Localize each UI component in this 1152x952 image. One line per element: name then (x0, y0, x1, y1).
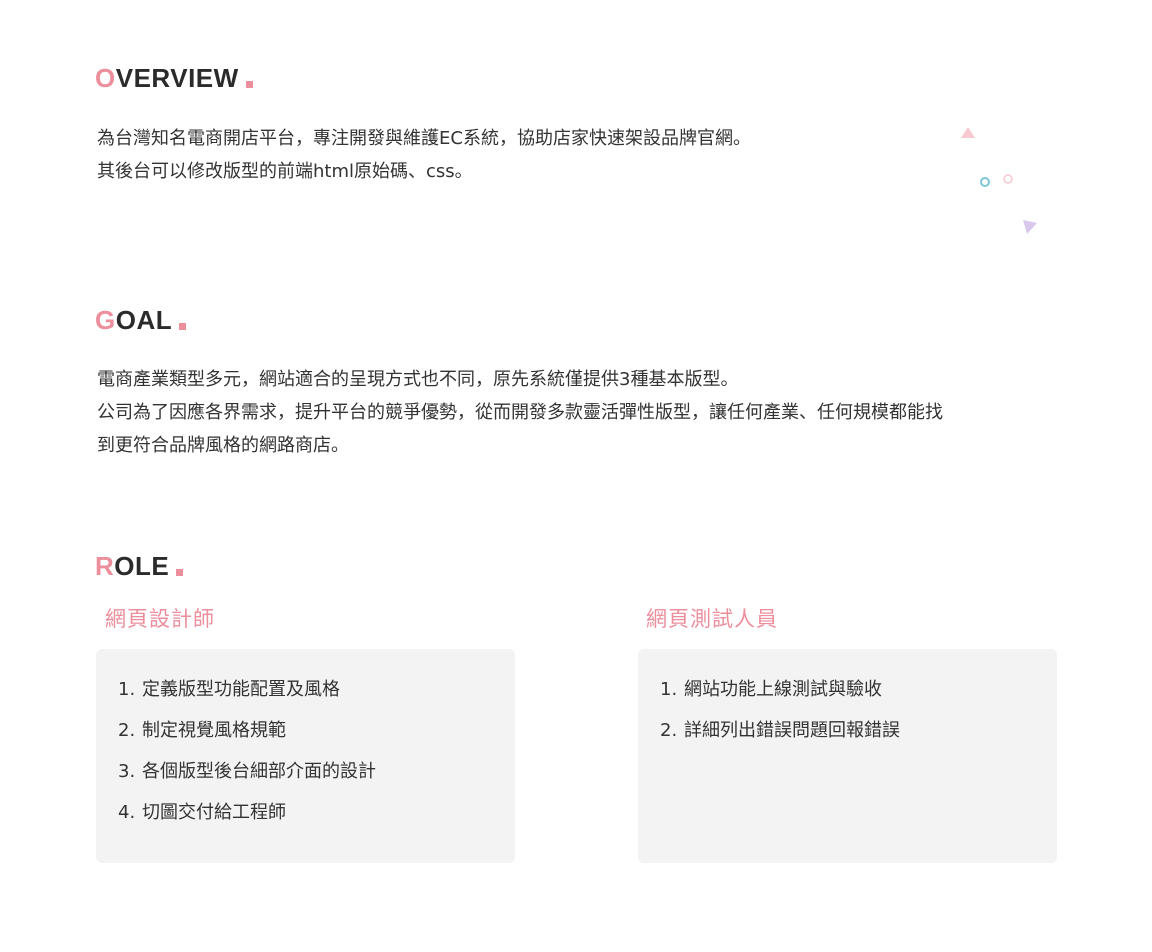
list-item: 3. 各個版型後台細部介面的設計 (118, 758, 515, 785)
tester-role-card: 1. 網站功能上線測試與驗收 2. 詳細列出錯誤問題回報錯誤 (638, 649, 1057, 863)
goal-line: 到更符合品牌風格的網路商店。 (97, 435, 349, 456)
list-item-number: 1. (118, 679, 136, 700)
circle-teal-shape (980, 177, 990, 187)
goal-line: 電商產業類型多元，網站適合的呈現方式也不同，原先系統僅提供3種基本版型。 (97, 369, 739, 390)
goal-title: GOAL (95, 305, 187, 335)
goal-title-rest: OAL (115, 305, 173, 335)
title-dot-decoration (179, 323, 187, 330)
triangle-purple-shape (1023, 220, 1037, 234)
overview-title: OVERVIEW (95, 63, 253, 93)
triangle-pink-shape (961, 127, 975, 138)
list-item: 2. 詳細列出錯誤問題回報錯誤 (660, 717, 1057, 744)
overview-description: 為台灣知名電商開店平台，專注開發與維護EC系統，協助店家快速架設品牌官網。 其後… (97, 122, 1057, 188)
title-dot-decoration (245, 81, 253, 88)
list-item-number: 2. (660, 720, 678, 741)
role-title-initial: R (95, 551, 115, 581)
confetti-decoration (961, 127, 1037, 234)
list-item: 2. 制定視覺風格規範 (118, 717, 515, 744)
designer-task-list: 1. 定義版型功能配置及風格 2. 制定視覺風格規範 3. 各個版型後台細部介面的設計… (118, 676, 515, 826)
goal-title-initial: G (95, 305, 116, 335)
overview-line: 為台灣知名電商開店平台，專注開發與維護EC系統，協助店家快速架設品牌官網。 (97, 128, 751, 149)
overview-title-initial: O (95, 63, 116, 93)
list-item: 4. 切圖交付給工程師 (118, 799, 515, 826)
overview-line: 其後台可以修改版型的前端html原始碼、css。 (97, 161, 473, 182)
tester-task-list: 1. 網站功能上線測試與驗收 2. 詳細列出錯誤問題回報錯誤 (660, 676, 1057, 744)
title-dot-decoration (176, 569, 184, 576)
list-item-text: 網站功能上線測試與驗收 (684, 679, 882, 700)
list-item-text: 切圖交付給工程師 (142, 802, 286, 823)
role-title-rest: OLE (114, 551, 170, 581)
list-item-text: 各個版型後台細部介面的設計 (142, 761, 376, 782)
list-item-number: 1. (660, 679, 678, 700)
list-item-text: 詳細列出錯誤問題回報錯誤 (684, 720, 900, 741)
list-item: 1. 網站功能上線測試與驗收 (660, 676, 1057, 703)
list-item-text: 制定視覺風格規範 (142, 720, 286, 741)
list-item-text: 定義版型功能配置及風格 (142, 679, 340, 700)
list-item-number: 3. (118, 761, 136, 782)
designer-role-card: 1. 定義版型功能配置及風格 2. 制定視覺風格規範 3. 各個版型後台細部介面的設計… (96, 649, 515, 863)
list-item-number: 2. (118, 720, 136, 741)
list-item: 1. 定義版型功能配置及風格 (118, 676, 515, 703)
circle-pink-shape (1003, 174, 1013, 184)
role-title: ROLE (95, 551, 184, 581)
overview-title-rest: VERVIEW (115, 63, 239, 93)
tester-role-heading: 網頁測試人員 (646, 607, 778, 631)
goal-line: 公司為了因應各界需求，提升平台的競爭優勢，從而開發多款靈活彈性版型，讓任何產業、… (97, 402, 943, 423)
goal-description: 電商產業類型多元，網站適合的呈現方式也不同，原先系統僅提供3種基本版型。 公司為… (97, 363, 1057, 462)
designer-role-heading: 網頁設計師 (105, 607, 215, 631)
list-item-number: 4. (118, 802, 136, 823)
